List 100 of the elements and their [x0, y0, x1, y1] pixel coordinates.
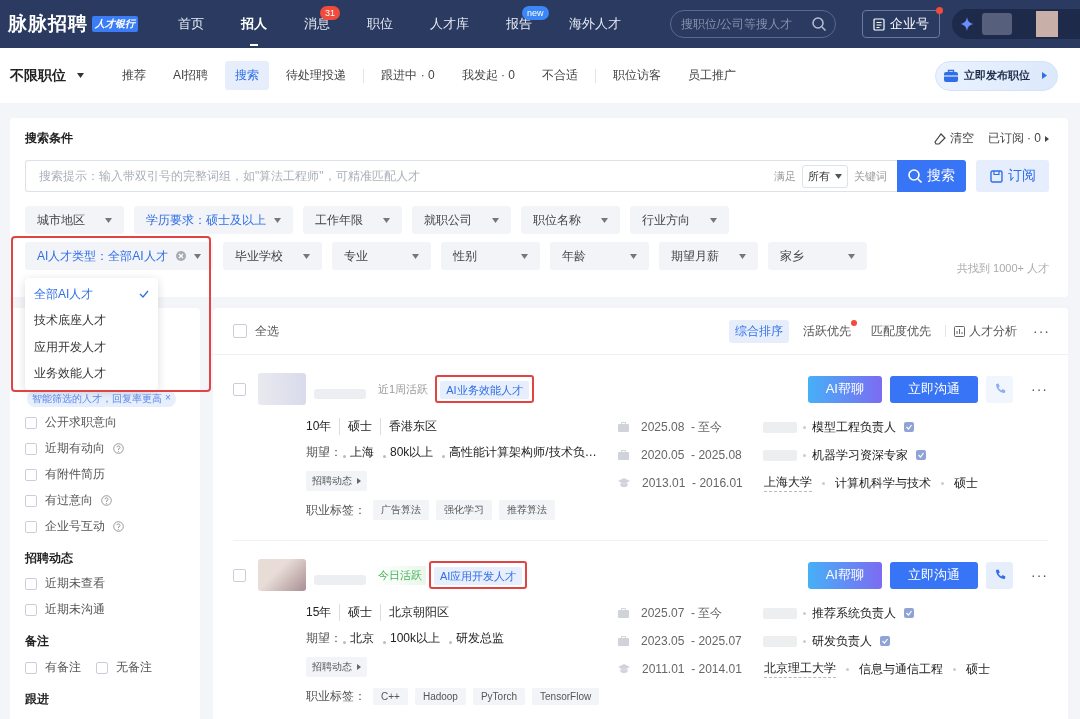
sub-tab[interactable]: 搜索: [225, 61, 270, 90]
account-menu[interactable]: [952, 9, 1080, 39]
triangle-icon: [1045, 135, 1049, 142]
filter-checkbox[interactable]: 公开求职意向: [25, 410, 200, 435]
caret-icon: [601, 217, 608, 223]
filter-dropdown[interactable]: 期望月薪: [658, 242, 758, 270]
expectation-label: 期望：: [306, 629, 342, 647]
filter-dropdown[interactable]: 工作年限: [303, 206, 402, 234]
eraser-icon: [933, 132, 946, 145]
checkbox[interactable]: [25, 468, 37, 481]
search-button[interactable]: 搜索: [897, 160, 966, 192]
dropdown-option[interactable]: 业务效能人才: [25, 360, 158, 387]
position-filter[interactable]: 不限职位: [10, 66, 84, 85]
caret-icon: [411, 253, 419, 259]
sub-tab[interactable]: 不合适: [532, 61, 589, 90]
chat-button[interactable]: 立即沟通: [890, 375, 978, 403]
search-icon: [812, 17, 826, 31]
checkbox[interactable]: [25, 661, 37, 674]
caret-icon: [629, 253, 637, 259]
filter-dropdown[interactable]: 家乡: [767, 242, 867, 270]
more-button[interactable]: ···: [1031, 381, 1048, 397]
subscribed-link[interactable]: 已订阅 · 0: [987, 130, 1049, 147]
publish-position-button[interactable]: 立即发布职位: [935, 60, 1058, 91]
candidate-info: 硕士: [339, 603, 381, 621]
search-field[interactable]: 搜职位/公司等搜人才: [670, 10, 836, 38]
checkbox[interactable]: [25, 603, 37, 616]
candidate-info: 10年: [306, 417, 333, 435]
filter-checkbox[interactable]: 近期未查看: [25, 571, 200, 596]
sub-tab[interactable]: 我发起 · 0: [451, 61, 526, 90]
sub-tab[interactable]: 待处理投递: [276, 61, 357, 90]
candidate-info: 15年: [306, 603, 333, 621]
more-button[interactable]: ···: [1031, 567, 1048, 583]
checkbox[interactable]: [96, 661, 108, 674]
education-info: 信息与通信工程: [859, 660, 943, 678]
checkbox[interactable]: [25, 494, 37, 507]
nav-tab[interactable]: 首页: [178, 0, 204, 48]
checkbox[interactable]: [25, 520, 37, 533]
filter-dropdown[interactable]: 行业方向: [630, 206, 729, 234]
match-select[interactable]: 所有: [802, 164, 848, 188]
nav-tab[interactable]: 职位: [367, 0, 393, 48]
tags-label: 职业标签：: [306, 501, 366, 519]
filter-dropdown[interactable]: 职位名称: [521, 206, 620, 234]
nav-tab[interactable]: 招人: [241, 0, 267, 48]
dropdown-option[interactable]: 技术底座人才: [25, 307, 158, 334]
phone-button[interactable]: [986, 561, 1013, 589]
filter-dropdown[interactable]: AI人才类型：全部AI人才: [25, 242, 213, 270]
tags-label: 职业标签：: [306, 687, 366, 705]
nav-tab[interactable]: 人才库: [430, 0, 469, 48]
filter-checkbox[interactable]: 有附件简历: [25, 462, 200, 487]
nav-tab[interactable]: 海外人才: [569, 0, 621, 48]
check-icon: [139, 290, 149, 299]
education-info: 北京理工大学: [764, 660, 836, 678]
briefcase-icon: [618, 450, 629, 460]
filter-dropdown[interactable]: 学历要求：硕士及以上: [134, 206, 293, 234]
sub-tab[interactable]: 推荐: [112, 61, 156, 90]
phone-button[interactable]: [986, 375, 1013, 403]
date-range: 2023.05 - 2025.07: [641, 634, 743, 648]
subscribe-button[interactable]: 订阅: [976, 160, 1049, 192]
sort-option[interactable]: 活跃优先: [797, 319, 857, 343]
checkbox[interactable]: [233, 324, 247, 338]
sub-tab[interactable]: AI招聘: [163, 61, 219, 90]
education-info: 硕士: [954, 474, 978, 492]
clear-link[interactable]: 清空: [933, 130, 974, 147]
keyword-search-field[interactable]: 搜索提示：输入带双引号的完整词组，如"算法工程师"，可精准匹配人才: [25, 160, 774, 192]
job-title: 推荐系统负责人: [812, 604, 896, 622]
checkbox[interactable]: [25, 442, 37, 455]
avatar-placeholder: [258, 559, 306, 591]
education-info: 上海大学: [764, 474, 812, 492]
filter-checkbox[interactable]: 近期未沟通: [25, 597, 200, 622]
filter-checkbox[interactable]: 近期有动向: [25, 436, 200, 461]
recruiting-activity-button[interactable]: 招聘动态: [306, 657, 367, 677]
recruiting-activity-button[interactable]: 招聘动态: [306, 471, 367, 491]
briefcase-icon: [944, 69, 958, 82]
filter-checkbox[interactable]: 有过意向: [25, 488, 200, 513]
filter-dropdown[interactable]: 城市地区: [25, 206, 124, 234]
filter-checkbox[interactable]: 有备注: [25, 655, 81, 680]
graduation-cap-icon: [618, 478, 630, 488]
filter-dropdown[interactable]: 性别: [440, 242, 540, 270]
filter-checkbox[interactable]: 企业号互动: [25, 514, 200, 539]
filter-dropdown[interactable]: 就职公司: [412, 206, 511, 234]
sort-option[interactable]: 匹配度优先: [865, 319, 937, 343]
checkbox[interactable]: [233, 382, 246, 396]
section-title: 招聘动态: [25, 550, 74, 567]
chat-button[interactable]: 立即沟通: [890, 561, 978, 589]
dropdown-option[interactable]: 全部AI人才: [25, 281, 158, 308]
dropdown-option[interactable]: 应用开发人才: [25, 334, 158, 361]
filter-dropdown[interactable]: 年龄: [549, 242, 649, 270]
filter-checkbox[interactable]: 无备注: [96, 655, 152, 680]
checkbox[interactable]: [25, 577, 37, 590]
enterprise-button[interactable]: 企业号: [862, 10, 940, 38]
more-button[interactable]: ···: [1033, 323, 1050, 339]
sort-option[interactable]: 综合排序: [729, 319, 789, 343]
checkbox[interactable]: [25, 416, 37, 429]
filter-dropdown[interactable]: 毕业学校: [222, 242, 322, 270]
talent-analysis-link[interactable]: 人才分析: [954, 322, 1017, 340]
sub-tab[interactable]: 员工推广: [678, 61, 747, 90]
sub-tab[interactable]: 跟进中 · 0: [371, 61, 445, 90]
checkbox[interactable]: [233, 568, 246, 582]
filter-dropdown[interactable]: 专业: [331, 242, 431, 270]
sub-tab[interactable]: 职位访客: [603, 61, 672, 90]
